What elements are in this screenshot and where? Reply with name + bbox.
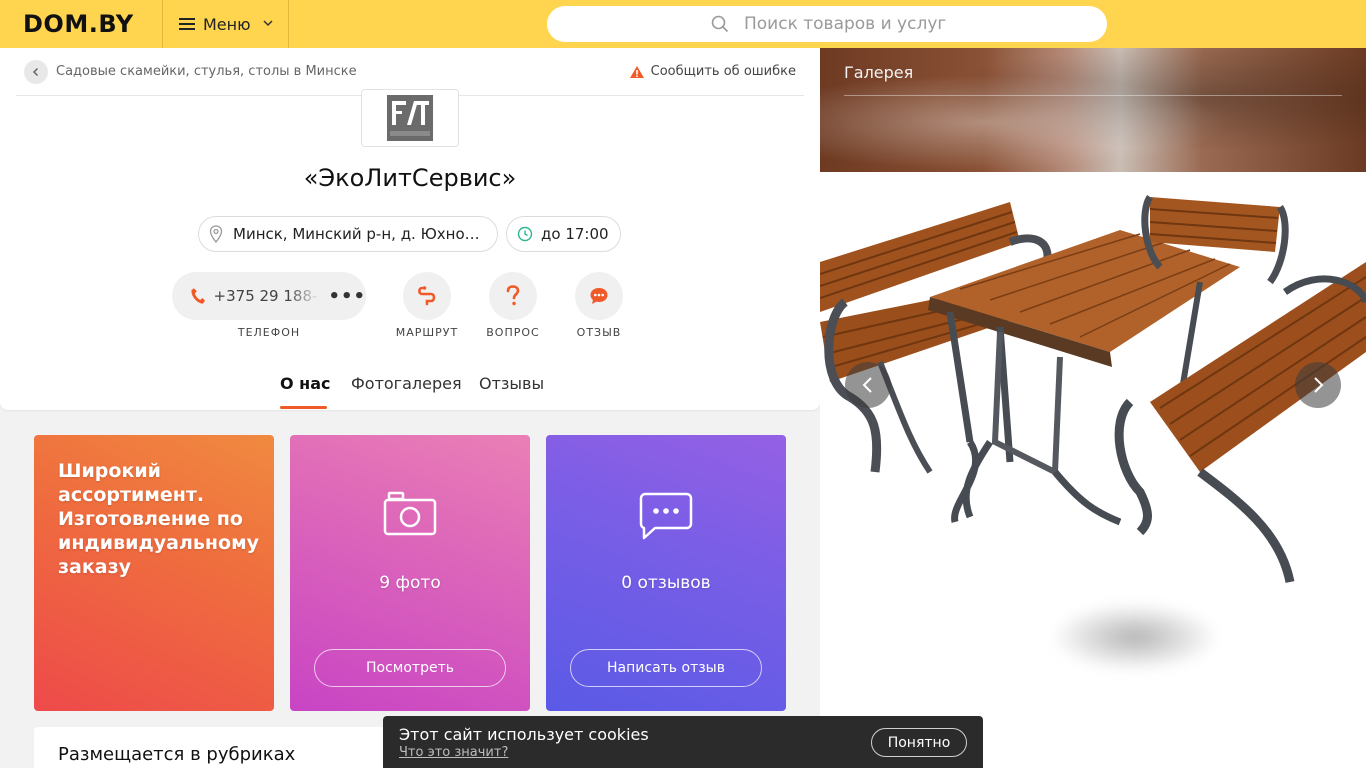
chevron-right-icon <box>1314 377 1324 393</box>
chevron-left-icon <box>32 67 39 77</box>
location-pin-icon <box>209 225 223 243</box>
tab-photo-gallery[interactable]: Фотогалерея <box>351 374 462 393</box>
report-label: Сообщить об ошибке <box>650 64 796 79</box>
hours-chip[interactable]: до 17:00 <box>506 216 621 252</box>
review-action-label: ОТЗЫВ <box>576 326 622 339</box>
gallery-title: Галерея <box>844 63 914 82</box>
gallery-photo[interactable] <box>820 172 1366 597</box>
tab-reviews[interactable]: Отзывы <box>479 374 544 393</box>
garden-furniture-image <box>820 195 1366 583</box>
breadcrumb[interactable]: Садовые скамейки, стулья, столы в Минске <box>56 64 357 79</box>
site-logo[interactable]: DOM.BY <box>23 10 134 38</box>
gallery-next-button[interactable] <box>1295 362 1341 408</box>
route-action-label: МАРШРУТ <box>395 326 459 339</box>
phone-icon <box>191 288 206 304</box>
menu-label: Меню <box>203 14 251 34</box>
tab-bar: О нас Фотогалерея Отзывы <box>0 370 820 410</box>
chevron-left-icon <box>862 377 872 393</box>
hours-text: до 17:00 <box>541 225 609 243</box>
camera-icon <box>383 491 437 536</box>
address-text: Минск, Минский р-н, д. Юхновка <box>233 225 483 243</box>
rubrics-title: Размещается в рубриках <box>58 744 296 765</box>
search-icon <box>711 15 729 33</box>
view-photos-button[interactable]: Посмотреть <box>314 649 506 687</box>
reviews-count: 0 отзывов <box>621 573 711 593</box>
chat-bubble-icon <box>590 288 608 304</box>
top-header: DOM.BY Меню <box>0 0 1366 48</box>
cookie-banner: Этот сайт использует cookies Что это зна… <box>383 716 983 768</box>
address-chip[interactable]: Минск, Минский р-н, д. Юхновка <box>198 216 498 252</box>
report-error-link[interactable]: Сообщить об ошибке <box>629 64 796 79</box>
promo-text: Широкий ассортимент. Изготовление по инд… <box>58 460 260 578</box>
phone-number: +375 29 188-3… <box>213 287 321 305</box>
hamburger-icon <box>179 18 195 30</box>
active-tab-indicator <box>280 406 327 409</box>
phone-action-label: ТЕЛЕФОН <box>237 326 301 339</box>
phone-button[interactable]: +375 29 188-3… ••• <box>172 272 366 320</box>
gallery-panel: Галерея <box>820 48 1366 768</box>
photos-tile: 9 фото Посмотреть <box>290 435 530 711</box>
comment-icon <box>639 492 693 540</box>
search-bar <box>547 6 1107 42</box>
review-button[interactable] <box>575 272 623 320</box>
question-icon <box>506 285 520 306</box>
reviews-tile: 0 отзывов Написать отзыв <box>546 435 786 711</box>
cookie-info-link[interactable]: Что это значит? <box>399 745 508 760</box>
promo-tile: Широкий ассортимент. Изготовление по инд… <box>34 435 274 711</box>
gallery-prev-button[interactable] <box>845 362 891 408</box>
question-action-label: ВОПРОС <box>486 326 540 339</box>
warning-icon <box>629 65 644 78</box>
cookie-message: Этот сайт использует cookies <box>399 725 649 744</box>
write-review-button[interactable]: Написать отзыв <box>570 649 762 687</box>
search-input[interactable] <box>744 14 1084 34</box>
photos-count: 9 фото <box>379 573 441 593</box>
tab-about[interactable]: О нас <box>280 374 331 393</box>
company-title: «ЭкоЛитСервис» <box>303 164 517 192</box>
clock-icon <box>517 226 533 242</box>
chevron-down-icon <box>263 20 273 27</box>
question-button[interactable] <box>489 272 537 320</box>
more-icon[interactable]: ••• <box>328 286 366 307</box>
cookie-accept-button[interactable]: Понятно <box>871 728 967 757</box>
route-button[interactable] <box>403 272 451 320</box>
back-button[interactable] <box>24 60 48 84</box>
company-logo <box>361 89 459 147</box>
route-icon <box>418 286 436 306</box>
company-card: Садовые скамейки, стулья, столы в Минске… <box>0 48 820 410</box>
menu-button[interactable]: Меню <box>162 0 289 48</box>
company-logo-image <box>387 95 433 141</box>
gallery-divider <box>844 95 1342 96</box>
